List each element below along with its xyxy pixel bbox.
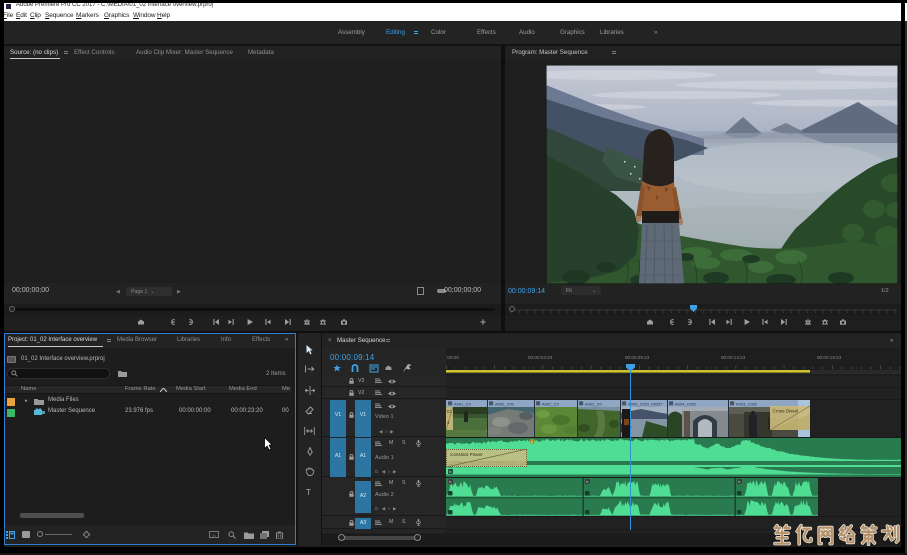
svg-text:A002_C3: A002_C3 [542, 401, 559, 406]
svg-text:A001_C3: A001_C3 [454, 401, 471, 406]
svg-text:fx: fx [449, 470, 452, 474]
svg-text:Cr: Cr [447, 409, 452, 414]
svg-text:A003_C092: A003_C092 [736, 401, 758, 406]
svg-text:A005_C029_09257: A005_C029_09257 [628, 401, 663, 406]
svg-text:fx: fx [586, 480, 589, 484]
svg-text:fx: fx [531, 440, 534, 444]
svg-text:A004_C002: A004_C002 [675, 401, 697, 406]
svg-text:fx: fx [449, 480, 452, 484]
svg-text:A002_C00: A002_C00 [495, 401, 515, 406]
svg-text:Cross Dissol: Cross Dissol [773, 409, 799, 414]
svg-text:A002_C0: A002_C0 [585, 401, 602, 406]
svg-text:fx: fx [738, 480, 741, 484]
